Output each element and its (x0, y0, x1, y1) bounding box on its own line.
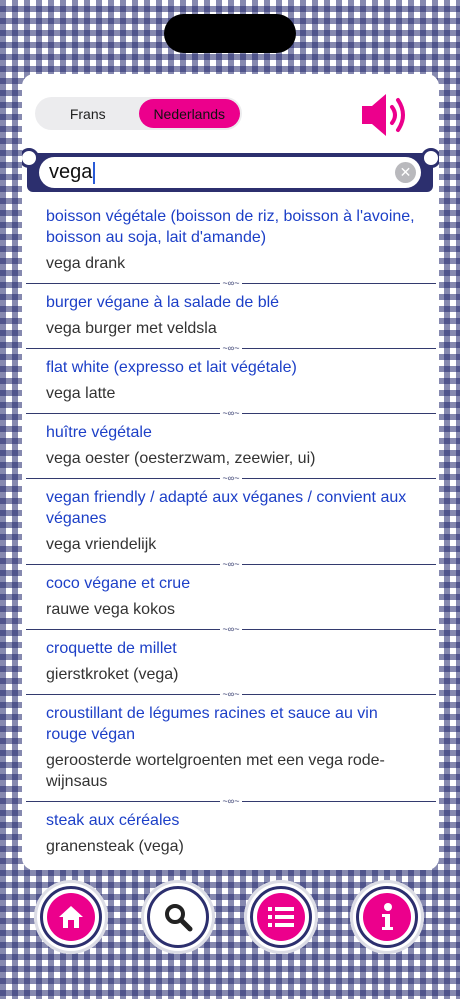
entry-french: boisson végétale (boisson de riz, boisso… (46, 208, 415, 246)
entry-french: huître végétale (46, 424, 152, 441)
entry-french: croustillant de légumes racines et sauce… (46, 705, 378, 743)
toggle-option-frans[interactable]: Frans (37, 99, 139, 128)
divider: ~∞~ (26, 690, 436, 699)
entry-french: vegan friendly / adapté aux véganes / co… (46, 489, 407, 527)
list-item[interactable]: steak aux céréales granensteak (vega) (22, 806, 439, 863)
list-item[interactable]: huître végétale vega oester (oesterzwam,… (22, 418, 439, 475)
search-button[interactable] (141, 880, 215, 954)
dynamic-island (164, 14, 296, 53)
entry-french: coco végane et crue (46, 575, 191, 592)
search-field[interactable]: vega ✕ (39, 157, 421, 188)
search-bar: vega ✕ (22, 148, 439, 192)
entry-dutch: vega drank (46, 255, 126, 272)
toggle-option-nederlands[interactable]: Nederlands (138, 99, 240, 128)
home-icon (59, 906, 83, 928)
list-item[interactable]: coco végane et crue rauwe vega kokos (22, 569, 439, 626)
clear-icon[interactable]: ✕ (395, 162, 416, 183)
entry-dutch: vega oester (oesterzwam, zeewier, ui) (46, 450, 316, 467)
entry-french: steak aux céréales (46, 812, 180, 829)
entry-french: croquette de millet (46, 640, 177, 657)
list-item[interactable]: boisson végétale (boisson de riz, boisso… (22, 202, 439, 280)
bottom-navigation (0, 880, 460, 960)
entry-dutch: granensteak (vega) (46, 838, 184, 855)
list-icon (268, 907, 294, 927)
dictionary-card: Frans Nederlands vega ✕ boisson végétale… (22, 74, 439, 870)
entry-dutch: gierstkroket (vega) (46, 666, 179, 683)
magnifier-icon (165, 904, 193, 932)
speaker-icon[interactable] (358, 90, 414, 140)
divider: ~∞~ (26, 279, 436, 288)
info-button[interactable] (350, 880, 424, 954)
entry-dutch: rauwe vega kokos (46, 601, 175, 618)
entry-french: burger végane à la salade de blé (46, 294, 280, 311)
search-input[interactable]: vega (49, 161, 349, 184)
divider: ~∞~ (26, 797, 436, 806)
divider: ~∞~ (26, 344, 436, 353)
results-list: boisson végétale (boisson de riz, boisso… (22, 202, 439, 863)
list-item[interactable]: burger végane à la salade de blé vega bu… (22, 288, 439, 345)
entry-french: flat white (expresso et lait végétale) (46, 359, 297, 376)
entry-dutch: geroosterde wortelgroenten met een vega … (46, 752, 385, 790)
divider: ~∞~ (26, 474, 436, 483)
list-item[interactable]: flat white (expresso et lait végétale) v… (22, 353, 439, 410)
list-item[interactable]: vegan friendly / adapté aux véganes / co… (22, 483, 439, 561)
divider: ~∞~ (26, 625, 436, 634)
info-icon (382, 903, 393, 930)
list-button[interactable] (244, 880, 318, 954)
divider: ~∞~ (26, 560, 436, 569)
divider: ~∞~ (26, 409, 436, 418)
list-item[interactable]: croustillant de légumes racines et sauce… (22, 699, 439, 798)
entry-dutch: vega vriendelijk (46, 536, 157, 553)
entry-dutch: vega burger met veldsla (46, 320, 217, 337)
language-toggle[interactable]: Frans Nederlands (35, 97, 242, 130)
entry-dutch: vega latte (46, 385, 116, 402)
list-item[interactable]: croquette de millet gierstkroket (vega) (22, 634, 439, 691)
home-button[interactable] (34, 880, 108, 954)
